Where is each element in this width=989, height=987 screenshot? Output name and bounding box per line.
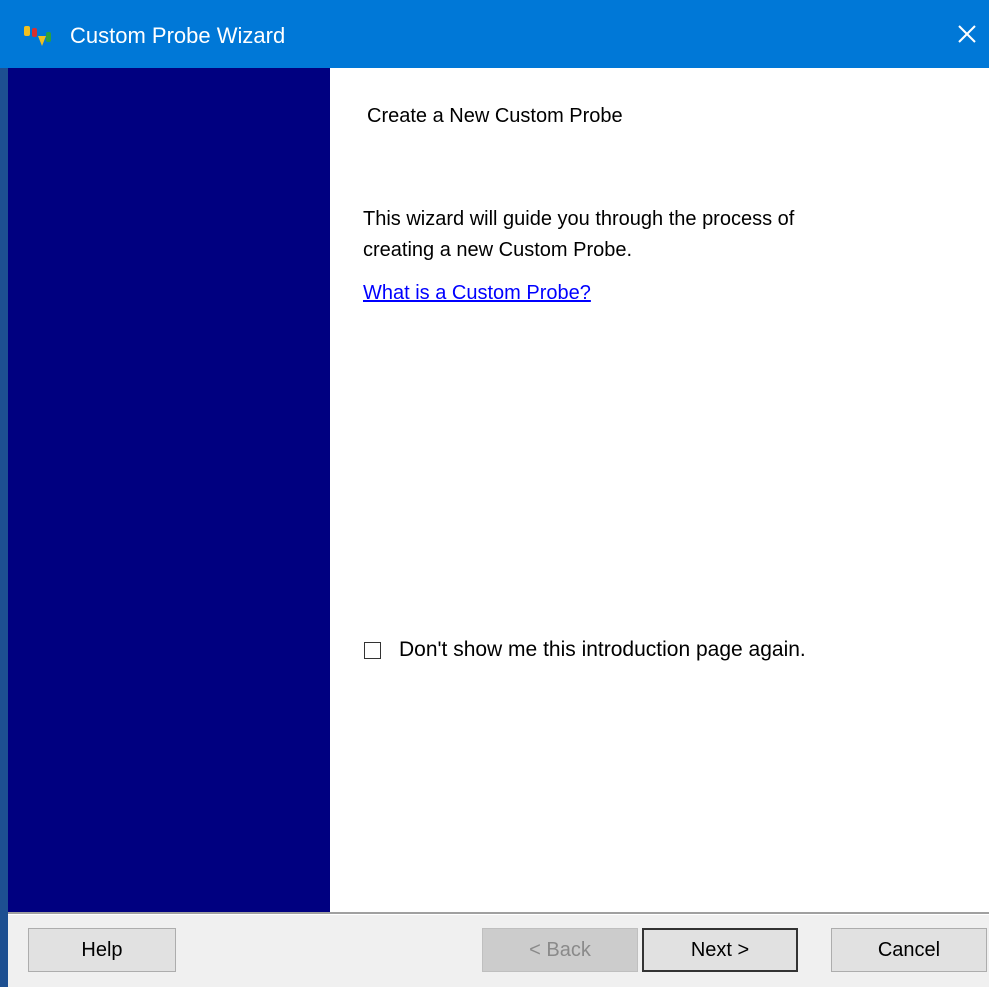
help-button[interactable]: Help <box>28 928 176 972</box>
back-button[interactable]: < Back <box>482 928 638 972</box>
what-is-custom-probe-link[interactable]: What is a Custom Probe? <box>363 282 591 305</box>
wizard-content: Create a New Custom Probe This wizard wi… <box>330 68 989 913</box>
footer-divider <box>8 912 989 915</box>
dont-show-again-checkbox[interactable] <box>364 641 381 659</box>
intro-line-2: creating a new Custom Probe. <box>363 239 633 261</box>
page-title: Create a New Custom Probe <box>367 105 623 127</box>
close-icon <box>958 25 976 43</box>
wizard-side-banner <box>8 68 330 913</box>
probe-app-icon <box>24 26 51 46</box>
intro-text: This wizard will guide you through the p… <box>363 204 963 266</box>
title-bar[interactable]: Custom Probe Wizard <box>0 0 989 68</box>
intro-line-1: This wizard will guide you through the p… <box>363 208 795 230</box>
dont-show-again-option[interactable]: Don't show me this introduction page aga… <box>364 638 806 662</box>
next-button[interactable]: Next > <box>642 928 798 972</box>
cancel-button[interactable]: Cancel <box>831 928 987 972</box>
window-title: Custom Probe Wizard <box>70 23 286 48</box>
wizard-window: Custom Probe Wizard Create a New Custom … <box>0 0 989 987</box>
close-button[interactable] <box>945 0 989 68</box>
dont-show-again-label[interactable]: Don't show me this introduction page aga… <box>399 638 806 662</box>
window-left-border <box>0 68 8 987</box>
